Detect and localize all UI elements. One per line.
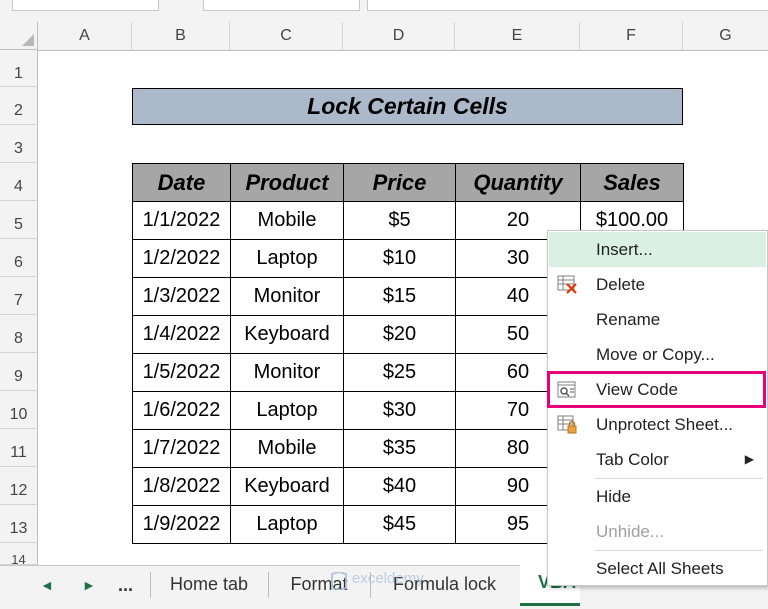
row-header[interactable]: 14 bbox=[0, 543, 37, 565]
cell-price[interactable]: $20 bbox=[343, 315, 456, 354]
select-all-corner[interactable] bbox=[0, 22, 38, 50]
menu-item-select-all-sheets[interactable]: Select All Sheets bbox=[549, 551, 766, 586]
column-header-c[interactable]: C bbox=[230, 22, 343, 50]
menu-item-label: Move or Copy... bbox=[596, 345, 715, 364]
menu-item-label: Unprotect Sheet... bbox=[596, 415, 734, 434]
column-header-e[interactable]: E bbox=[455, 22, 580, 50]
column-headers: A B C D E F G bbox=[38, 22, 768, 51]
header-sales[interactable]: Sales bbox=[580, 163, 684, 202]
row-header[interactable]: 4 bbox=[0, 163, 37, 201]
menu-item-label: Rename bbox=[596, 310, 661, 329]
cell-product[interactable]: Mobile bbox=[230, 429, 344, 468]
cell-price[interactable]: $35 bbox=[343, 429, 456, 468]
cell-date[interactable]: 1/9/2022 bbox=[132, 505, 231, 544]
exceldemy-logo-icon bbox=[331, 572, 347, 590]
column-header-b[interactable]: B bbox=[132, 22, 230, 50]
table-header-row: Date Product Price Quantity Sales bbox=[132, 163, 684, 202]
name-box[interactable] bbox=[12, 0, 159, 11]
cell-date[interactable]: 1/8/2022 bbox=[132, 467, 231, 506]
row-header[interactable]: 1 bbox=[0, 50, 37, 87]
header-date[interactable]: Date bbox=[132, 163, 231, 202]
protect-sheet-icon bbox=[557, 415, 577, 434]
menu-item-insert[interactable]: Insert... bbox=[549, 232, 766, 267]
cell-product[interactable]: Mobile bbox=[230, 201, 344, 240]
menu-item-label: Delete bbox=[596, 275, 646, 294]
row-header[interactable]: 13 bbox=[0, 505, 37, 543]
cell-date[interactable]: 1/3/2022 bbox=[132, 277, 231, 316]
cell-product[interactable]: Laptop bbox=[230, 239, 344, 278]
exceldemy-watermark: exceldemy bbox=[330, 568, 470, 596]
cell-product[interactable]: Monitor bbox=[230, 353, 344, 392]
row-header[interactable]: 10 bbox=[0, 391, 37, 429]
tab-scroll-prev-button[interactable]: ◄ bbox=[40, 566, 54, 604]
menu-item-label: Hide bbox=[596, 487, 631, 506]
menu-item-delete[interactable]: Delete bbox=[549, 267, 766, 302]
cell-date[interactable]: 1/5/2022 bbox=[132, 353, 231, 392]
menu-item-label: Select All Sheets bbox=[596, 559, 724, 578]
row-header[interactable]: 5 bbox=[0, 201, 37, 239]
row-header[interactable]: 3 bbox=[0, 125, 37, 163]
menu-item-move-or-copy[interactable]: Move or Copy... bbox=[549, 337, 766, 372]
menu-item-tab-color[interactable]: Tab Color ▶ bbox=[549, 442, 766, 477]
header-quantity[interactable]: Quantity bbox=[455, 163, 581, 202]
view-code-callout bbox=[547, 371, 766, 408]
menu-item-unhide[interactable]: Unhide... bbox=[549, 514, 766, 549]
cell-price[interactable]: $10 bbox=[343, 239, 456, 278]
row-header[interactable]: 7 bbox=[0, 277, 37, 315]
menu-item-unprotect-sheet[interactable]: Unprotect Sheet... bbox=[549, 407, 766, 442]
header-price[interactable]: Price bbox=[343, 163, 456, 202]
watermark-text: exceldemy bbox=[352, 570, 424, 587]
cell-date[interactable]: 1/1/2022 bbox=[132, 201, 231, 240]
formula-input[interactable] bbox=[367, 0, 768, 11]
row-headers: 1 2 3 4 5 6 7 8 9 10 11 12 13 14 bbox=[0, 50, 38, 565]
formula-bar-strip bbox=[0, 0, 768, 23]
menu-item-hide[interactable]: Hide bbox=[549, 479, 766, 514]
cell-date[interactable]: 1/7/2022 bbox=[132, 429, 231, 468]
column-header-f[interactable]: F bbox=[580, 22, 683, 50]
menu-item-label: Unhide... bbox=[596, 522, 665, 541]
cell-price[interactable]: $45 bbox=[343, 505, 456, 544]
menu-item-label: Tab Color bbox=[596, 450, 669, 469]
sheet-tab-context-menu: Insert... Delete Rename Move or Copy... … bbox=[547, 230, 768, 586]
row-header[interactable]: 11 bbox=[0, 429, 37, 467]
cell-product[interactable]: Keyboard bbox=[230, 467, 344, 506]
menu-item-rename[interactable]: Rename bbox=[549, 302, 766, 337]
delete-sheet-icon bbox=[557, 275, 577, 294]
row-header[interactable]: 9 bbox=[0, 353, 37, 391]
cell-product[interactable]: Laptop bbox=[230, 505, 344, 544]
cell-price[interactable]: $25 bbox=[343, 353, 456, 392]
header-product[interactable]: Product bbox=[230, 163, 344, 202]
cell-price[interactable]: $5 bbox=[343, 201, 456, 240]
cell-product[interactable]: Monitor bbox=[230, 277, 344, 316]
column-header-d[interactable]: D bbox=[343, 22, 455, 50]
cell-date[interactable]: 1/6/2022 bbox=[132, 391, 231, 430]
menu-item-label: Insert... bbox=[596, 240, 653, 259]
column-header-a[interactable]: A bbox=[38, 22, 132, 50]
cell-date[interactable]: 1/2/2022 bbox=[132, 239, 231, 278]
row-header[interactable]: 2 bbox=[0, 87, 37, 125]
row-header[interactable]: 6 bbox=[0, 239, 37, 277]
tab-scroll-next-button[interactable]: ► bbox=[82, 566, 96, 604]
cell-date[interactable]: 1/4/2022 bbox=[132, 315, 231, 354]
row-header[interactable]: 8 bbox=[0, 315, 37, 353]
formula-buttons[interactable] bbox=[203, 0, 360, 11]
row-header[interactable]: 12 bbox=[0, 467, 37, 505]
sheet-title[interactable]: Lock Certain Cells bbox=[132, 88, 683, 125]
cell-price[interactable]: $40 bbox=[343, 467, 456, 506]
column-header-g[interactable]: G bbox=[683, 22, 768, 50]
submenu-arrow-icon: ▶ bbox=[744, 452, 754, 466]
tab-more-button[interactable]: ... bbox=[118, 566, 133, 604]
tab-home-tab[interactable]: Home tab bbox=[152, 566, 266, 604]
cell-product[interactable]: Keyboard bbox=[230, 315, 344, 354]
cell-price[interactable]: $30 bbox=[343, 391, 456, 430]
cell-product[interactable]: Laptop bbox=[230, 391, 344, 430]
cell-price[interactable]: $15 bbox=[343, 277, 456, 316]
